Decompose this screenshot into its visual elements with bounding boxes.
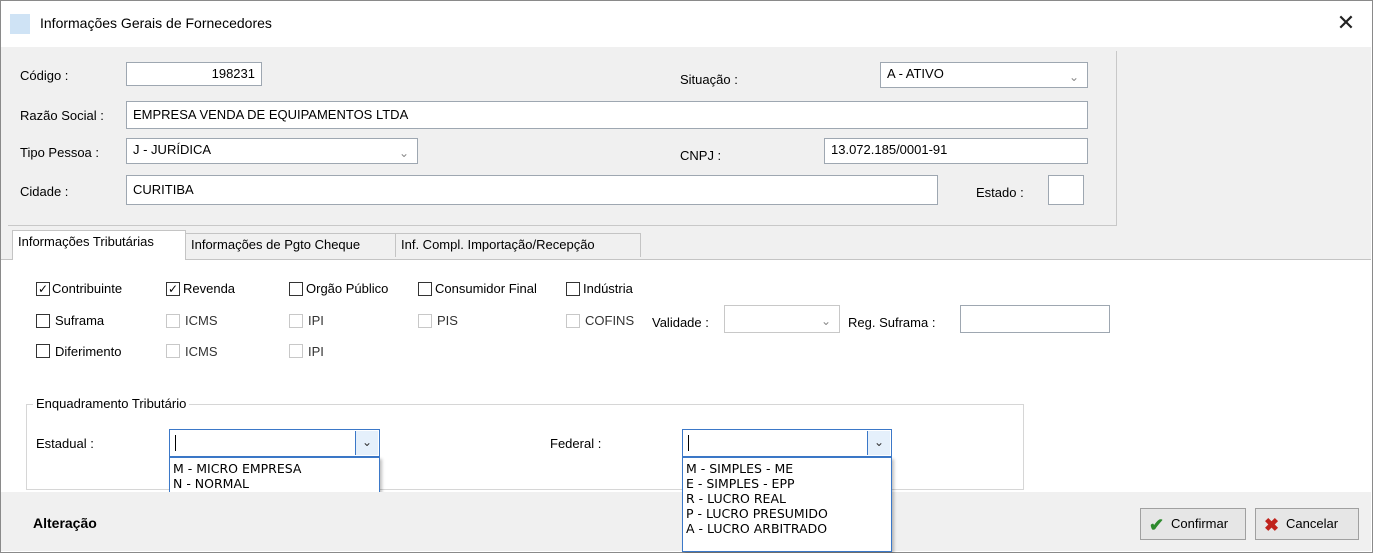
enquadramento-title: Enquadramento Tributário <box>33 396 190 411</box>
icms-checkbox[interactable] <box>166 314 180 328</box>
dropdown-option[interactable]: E - SIMPLES - EPP <box>683 476 891 491</box>
reg-suframa-field[interactable] <box>960 305 1110 333</box>
orgao-publico-checkbox[interactable] <box>289 282 303 296</box>
cidade-field[interactable]: CURITIBA <box>126 175 938 205</box>
estado-label: Estado : <box>976 185 1024 200</box>
ipi-checkbox[interactable] <box>289 314 303 328</box>
cancel-button[interactable]: ✖ Cancelar <box>1255 508 1359 540</box>
cnpj-field[interactable]: 13.072.185/0001-91 <box>824 138 1088 164</box>
status-text: Alteração <box>33 515 97 531</box>
dropdown-option[interactable]: N - NORMAL <box>170 476 379 491</box>
chevron-down-icon[interactable]: ⌄ <box>867 431 890 455</box>
text-caret <box>175 435 176 451</box>
validade-select[interactable]: ⌄ <box>724 305 840 333</box>
revenda-checkbox[interactable]: ✓ <box>166 282 180 296</box>
icms-diferimento-label: ICMS <box>185 344 218 359</box>
dropdown-option[interactable]: M - MICRO EMPRESA <box>170 458 379 476</box>
app-icon <box>10 14 30 34</box>
situacao-value: A - ATIVO <box>887 66 944 81</box>
tab-informacoes-pgto-cheque[interactable]: Informações de Pgto Cheque <box>185 233 396 257</box>
industria-checkbox[interactable] <box>566 282 580 296</box>
text-caret <box>688 435 689 451</box>
validade-label: Validade : <box>652 315 709 330</box>
window-title: Informações Gerais de Fornecedores <box>40 15 272 31</box>
reg-suframa-label: Reg. Suframa : <box>848 315 936 330</box>
tipo-pessoa-label: Tipo Pessoa : <box>20 145 100 160</box>
tab-informacoes-tributarias[interactable]: Informações Tributárias <box>12 230 186 260</box>
consumidor-final-label: Consumidor Final <box>435 281 537 296</box>
cancel-label: Cancelar <box>1286 516 1339 531</box>
cnpj-label: CNPJ : <box>680 148 722 163</box>
dropdown-option[interactable]: R - LUCRO REAL <box>683 491 891 506</box>
estadual-select[interactable]: ⌄ <box>169 429 380 457</box>
tab-inf-compl-importacao[interactable]: Inf. Compl. Importação/Recepção <box>395 233 641 257</box>
tipo-pessoa-select[interactable]: J - JURÍDICA ⌄ <box>126 138 418 164</box>
federal-label: Federal : <box>550 436 602 451</box>
federal-select[interactable]: ⌄ <box>682 429 892 457</box>
dropdown-option[interactable]: A - LUCRO ARBITRADO <box>683 521 891 536</box>
confirm-label: Confirmar <box>1171 516 1229 531</box>
ipi-label: IPI <box>308 313 324 328</box>
dropdown-option[interactable]: P - LUCRO PRESUMIDO <box>683 506 891 521</box>
diferimento-label: Diferimento <box>55 344 122 359</box>
estadual-label: Estadual : <box>36 436 94 451</box>
tipo-pessoa-value: J - JURÍDICA <box>133 142 211 157</box>
industria-label: Indústria <box>583 281 633 296</box>
codigo-field[interactable]: 198231 <box>126 62 262 86</box>
icms-diferimento-checkbox[interactable] <box>166 344 180 358</box>
estado-field[interactable] <box>1048 175 1084 205</box>
check-icon: ✔ <box>1149 514 1165 535</box>
cofins-label: COFINS <box>585 313 635 328</box>
pis-checkbox[interactable] <box>418 314 432 328</box>
diferimento-checkbox[interactable] <box>36 344 50 358</box>
situacao-label: Situação : <box>680 72 738 87</box>
razao-social-field[interactable]: EMPRESA VENDA DE EQUIPAMENTOS LTDA <box>126 101 1088 129</box>
federal-dropdown-list: M - SIMPLES - ME E - SIMPLES - EPP R - L… <box>682 457 892 552</box>
icms-label: ICMS <box>185 313 218 328</box>
chevron-down-icon[interactable]: ⌄ <box>355 431 378 455</box>
dropdown-option[interactable]: M - SIMPLES - ME <box>683 458 891 476</box>
razao-social-label: Razão Social : <box>20 108 104 123</box>
cofins-checkbox[interactable] <box>566 314 580 328</box>
contribuinte-checkbox[interactable]: ✓ <box>36 282 50 296</box>
chevron-down-icon: ⌄ <box>1068 70 1079 84</box>
contribuinte-label: Contribuinte <box>52 281 123 296</box>
suframa-checkbox[interactable] <box>36 314 50 328</box>
orgao-publico-label: Orgão Público <box>306 281 389 296</box>
chevron-down-icon: ⌄ <box>398 146 409 160</box>
chevron-down-icon: ⌄ <box>820 314 831 328</box>
situacao-select[interactable]: A - ATIVO ⌄ <box>880 62 1088 88</box>
confirm-button[interactable]: ✔ Confirmar <box>1140 508 1246 540</box>
cidade-label: Cidade : <box>20 184 69 199</box>
close-icon[interactable]: ✕ <box>1333 10 1359 36</box>
suframa-label: Suframa <box>55 313 105 328</box>
ipi-diferimento-checkbox[interactable] <box>289 344 303 358</box>
pis-label: PIS <box>437 313 458 328</box>
x-icon: ✖ <box>1264 514 1280 535</box>
estadual-dropdown-list: M - MICRO EMPRESA N - NORMAL <box>169 457 380 496</box>
codigo-label: Código : <box>20 68 69 83</box>
ipi-diferimento-label: IPI <box>308 344 324 359</box>
revenda-label: Revenda <box>183 281 236 296</box>
consumidor-final-checkbox[interactable] <box>418 282 432 296</box>
